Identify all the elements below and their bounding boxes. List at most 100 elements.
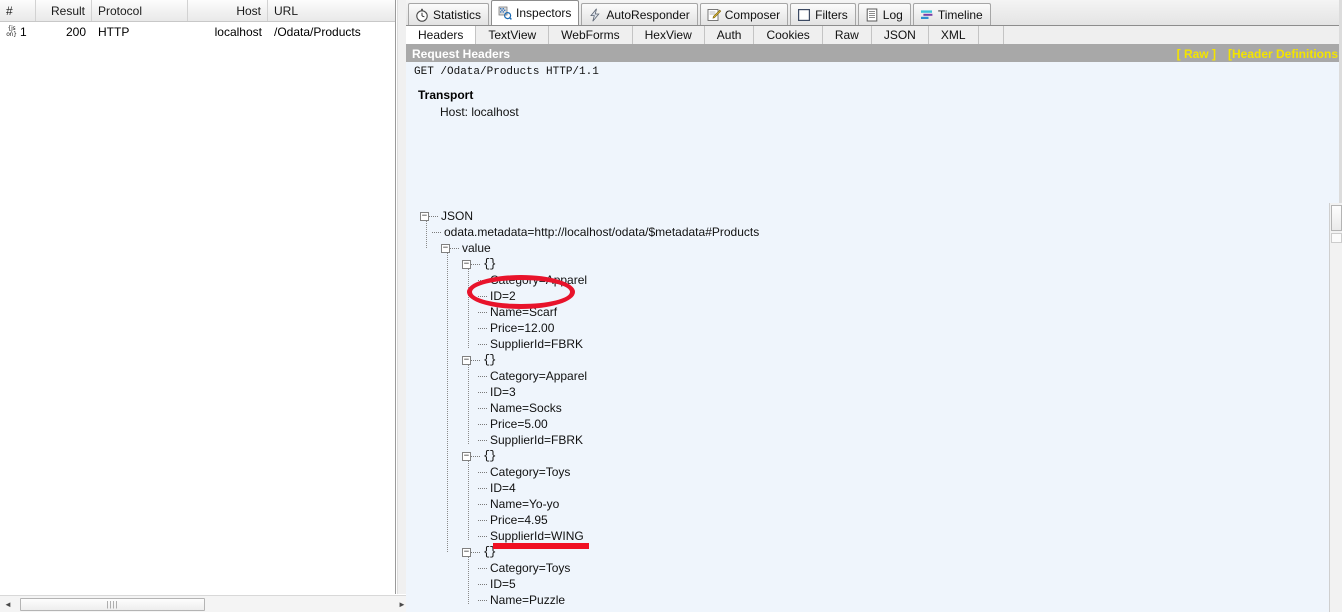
tree-leaf[interactable]: Price=12.00 bbox=[406, 320, 1311, 336]
tree-connector bbox=[478, 535, 487, 537]
tree-leaf[interactable]: ID=3 bbox=[406, 384, 1311, 400]
column-header-host[interactable]: Host bbox=[188, 0, 268, 21]
request-tab-hexview[interactable]: HexView bbox=[632, 26, 705, 44]
tree-node-object[interactable]: − {} bbox=[406, 448, 1311, 464]
tree-leaf[interactable]: Price=4.95 bbox=[406, 512, 1311, 528]
json-vscroll-thumb-secondary[interactable] bbox=[1331, 233, 1342, 243]
tree-leaf-label: Category=Apparel bbox=[490, 369, 588, 383]
tab-timeline[interactable]: Timeline bbox=[912, 3, 991, 25]
tree-leaf-label: Price=12.00 bbox=[490, 321, 555, 335]
tab-statistics[interactable]: Statistics bbox=[408, 3, 490, 25]
tree-leaf-label: Name=Yo-yo bbox=[490, 497, 560, 511]
tree-leaf[interactable]: ID=2 bbox=[406, 288, 1311, 304]
request-tab-spacer bbox=[978, 26, 1004, 44]
collapse-toggle-object[interactable]: − bbox=[462, 259, 471, 269]
collapse-toggle-object[interactable]: − bbox=[462, 451, 471, 461]
tree-leaf-label: SupplierId=WING bbox=[490, 529, 584, 543]
scroll-left-arrow-icon[interactable]: ◄ bbox=[0, 597, 16, 612]
tree-connector bbox=[478, 343, 487, 345]
tree-leaf[interactable]: Name=Scarf bbox=[406, 304, 1311, 320]
request-header-group-title: Transport bbox=[418, 88, 474, 102]
tree-connector bbox=[429, 215, 438, 217]
tree-leaf[interactable]: SupplierId=FBRK bbox=[406, 336, 1311, 352]
tree-node-root[interactable]: − JSON bbox=[406, 208, 1311, 224]
tree-leaf[interactable]: SupplierId=FBRK bbox=[406, 432, 1311, 448]
sessions-hscroll-track[interactable]: |||| bbox=[16, 597, 394, 612]
tree-leaf[interactable]: Category=Toys bbox=[406, 464, 1311, 480]
tree-leaf-label: Category=Toys bbox=[490, 561, 571, 575]
tree-leaf[interactable]: Name=Yo-yo bbox=[406, 496, 1311, 512]
inspector-pane: Statistics Inspectors AutoResponder Comp… bbox=[406, 0, 1342, 612]
column-header-result-label: Result bbox=[50, 3, 85, 18]
request-tab-webforms-label: WebForms bbox=[561, 28, 620, 42]
request-tab-cookies[interactable]: Cookies bbox=[754, 26, 823, 44]
tree-connector bbox=[478, 487, 487, 489]
scroll-right-arrow-glyph: ► bbox=[398, 599, 406, 609]
collapse-toggle-root[interactable]: − bbox=[420, 211, 429, 221]
request-headers-body: GET /Odata/Products HTTP/1.1 Transport H… bbox=[406, 62, 1342, 203]
tab-inspectors[interactable]: Inspectors bbox=[491, 0, 580, 25]
column-header-protocol[interactable]: Protocol bbox=[92, 0, 188, 21]
tab-autoresponder[interactable]: AutoResponder bbox=[581, 3, 698, 25]
tree-leaf[interactable]: Name=Puzzle bbox=[406, 592, 1311, 608]
request-tab-xml[interactable]: XML bbox=[928, 26, 979, 44]
request-tab-webforms[interactable]: WebForms bbox=[549, 26, 633, 44]
tree-leaf-label: Name=Puzzle bbox=[490, 593, 566, 607]
tab-composer[interactable]: Composer bbox=[699, 3, 789, 25]
tree-leaf[interactable]: Name=Socks bbox=[406, 400, 1311, 416]
tree-connector bbox=[478, 567, 487, 569]
tree-leaf[interactable]: Category=Apparel bbox=[406, 368, 1311, 384]
column-header-url[interactable]: URL bbox=[268, 0, 394, 21]
session-protocol-value: HTTP bbox=[98, 25, 130, 39]
json-vertical-scrollbar[interactable] bbox=[1329, 203, 1342, 612]
sessions-horizontal-scrollbar[interactable]: ◄ |||| ► bbox=[0, 595, 410, 612]
header-definitions-link[interactable]: [Header Definitions bbox=[1228, 47, 1338, 61]
scroll-left-arrow-glyph: ◄ bbox=[4, 599, 12, 609]
session-num-value: 1 bbox=[20, 25, 27, 39]
json-icon-bottom: on} bbox=[6, 31, 17, 38]
request-tab-headers[interactable]: Headers bbox=[406, 26, 477, 44]
request-headers-links: [ Raw ] [Header Definitions bbox=[1177, 47, 1340, 61]
request-tab-raw-label: Raw bbox=[834, 28, 859, 42]
tree-node-object[interactable]: − {} bbox=[406, 352, 1311, 368]
tree-leaf-label: Category=Apparel bbox=[490, 273, 588, 287]
sessions-hscroll-thumb[interactable]: |||| bbox=[20, 597, 205, 611]
collapse-toggle-value[interactable]: − bbox=[441, 243, 450, 253]
tab-inspectors-label: Inspectors bbox=[516, 6, 572, 20]
json-session-icon: {js on} bbox=[4, 25, 19, 39]
raw-link[interactable]: [ Raw ] bbox=[1177, 47, 1216, 61]
tree-node-metadata[interactable]: odata.metadata=http://localhost/odata/$m… bbox=[406, 224, 1311, 240]
tree-leaf[interactable]: Category=Toys bbox=[406, 560, 1311, 576]
request-tab-json[interactable]: JSON bbox=[871, 26, 929, 44]
collapse-toggle-object[interactable]: − bbox=[462, 547, 471, 557]
tree-node-value[interactable]: − value bbox=[406, 240, 1311, 256]
request-tab-raw[interactable]: Raw bbox=[822, 26, 872, 44]
tree-node-metadata-label: odata.metadata=http://localhost/odata/$m… bbox=[444, 225, 760, 239]
json-tree-viewer[interactable]: − JSON odata.metadata=http://localhost/o… bbox=[406, 203, 1342, 612]
timeline-bars-icon bbox=[920, 9, 933, 19]
tree-connector bbox=[478, 471, 487, 473]
tree-connector bbox=[471, 359, 480, 361]
tree-leaf[interactable]: ID=5 bbox=[406, 576, 1311, 592]
stopwatch-icon bbox=[416, 8, 428, 22]
request-tab-auth[interactable]: Auth bbox=[704, 26, 755, 44]
request-tab-textview[interactable]: TextView bbox=[476, 26, 550, 44]
tab-autoresponder-label: AutoResponder bbox=[606, 7, 690, 22]
tab-filters[interactable]: Filters bbox=[790, 3, 856, 25]
json-vscroll-thumb[interactable] bbox=[1331, 205, 1342, 231]
tree-leaf[interactable]: Price=5.00 bbox=[406, 416, 1311, 432]
tree-leaf-label: SupplierId=FBRK bbox=[490, 337, 584, 351]
tab-log[interactable]: Log bbox=[857, 3, 911, 25]
collapse-toggle-object[interactable]: − bbox=[462, 355, 471, 365]
column-header-host-label: Host bbox=[236, 3, 261, 18]
request-headers-title: Request Headers bbox=[412, 46, 511, 61]
tree-node-object[interactable]: − {} bbox=[406, 256, 1311, 272]
session-row[interactable]: {js on} 1 200 HTTP localhost /Odata/Prod… bbox=[0, 22, 395, 42]
tree-leaf-highlighted[interactable]: SupplierId=WING bbox=[406, 528, 1311, 544]
tree-leaf[interactable]: ID=4 bbox=[406, 480, 1311, 496]
column-header-num[interactable]: # bbox=[0, 0, 36, 21]
tree-leaf[interactable]: Category=Apparel bbox=[406, 272, 1311, 288]
hscroll-thumb-grip: |||| bbox=[106, 599, 119, 609]
column-header-result[interactable]: Result bbox=[36, 0, 92, 21]
tree-leaf-label: Category=Toys bbox=[490, 465, 571, 479]
